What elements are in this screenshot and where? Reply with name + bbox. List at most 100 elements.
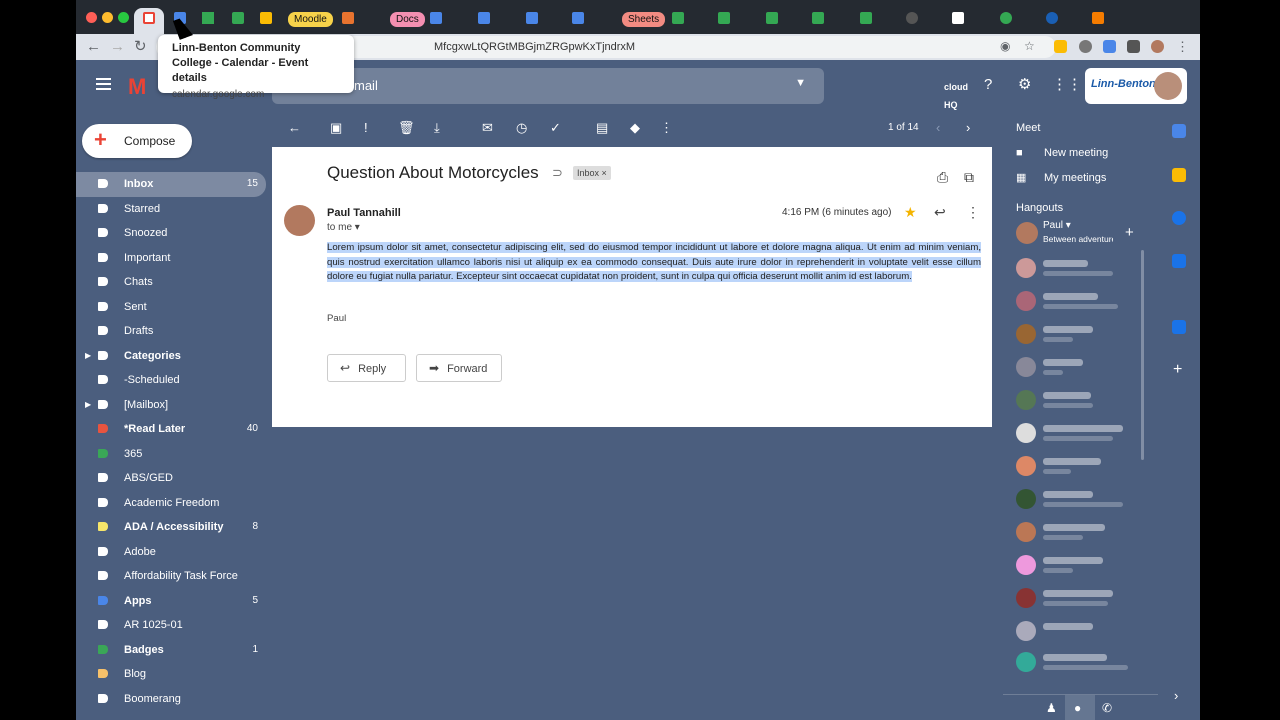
contact-item[interactable] [1016, 619, 1136, 645]
new-conversation-icon[interactable]: + [1125, 224, 1134, 241]
calendar-app-icon[interactable] [1172, 124, 1186, 138]
tab-sheets[interactable]: Sheets [622, 12, 666, 27]
extension-sync-icon[interactable] [1079, 40, 1092, 53]
sidebar-item[interactable]: Boomerang [76, 687, 266, 712]
next-icon[interactable]: › [966, 120, 970, 136]
sender-name[interactable]: Paul Tannahill [327, 207, 401, 219]
extension-keep-icon[interactable] [1054, 40, 1067, 53]
tab-misc[interactable] [906, 12, 918, 24]
forward-icon[interactable]: → [110, 38, 125, 56]
tab-linkedin[interactable] [342, 12, 354, 24]
add-task-icon[interactable]: ✓ [550, 120, 561, 136]
sidebar-item[interactable]: Affordability Task Force [76, 564, 266, 589]
sidebar-item[interactable]: Starred [76, 197, 266, 222]
tab-sheet-1[interactable] [672, 12, 684, 24]
reply-icon[interactable]: ↩ [934, 204, 946, 221]
back-icon[interactable]: ← [288, 120, 301, 136]
sidebar-item[interactable]: Important [76, 246, 266, 271]
compose-button[interactable]: + Compose [82, 124, 192, 158]
menu-icon[interactable] [96, 78, 111, 90]
sidebar-item[interactable]: Apps 5 [76, 589, 266, 614]
forward-button[interactable]: ➡ Forward [416, 354, 502, 382]
contact-item[interactable] [1016, 322, 1136, 348]
sidebar-item[interactable]: AR 1025-01 [76, 613, 266, 638]
maximize-window-button[interactable] [118, 12, 129, 23]
reload-icon[interactable]: ↻ [134, 38, 147, 56]
star-icon[interactable]: ★ [904, 204, 917, 221]
tab-sheet-5[interactable] [860, 12, 872, 24]
reply-button[interactable]: ↩ Reply [327, 354, 406, 382]
back-icon[interactable]: ← [86, 38, 101, 56]
inbox-label-badge[interactable]: Inbox × [573, 166, 611, 180]
contacts-scrollbar[interactable] [1141, 250, 1144, 460]
sender-avatar[interactable] [284, 205, 315, 236]
hangouts-me[interactable]: Paul ▾ Between adventures [1016, 220, 1126, 248]
new-tab-button[interactable] [952, 12, 964, 24]
sidebar-item[interactable]: Sent [76, 295, 266, 320]
sidebar-item[interactable]: -Scheduled [76, 368, 266, 393]
sidebar-item[interactable]: *Read Later 40 [76, 417, 266, 442]
contact-item[interactable] [1016, 355, 1136, 381]
tab-drive[interactable] [202, 12, 214, 24]
eye-icon[interactable]: ◉ [1000, 37, 1010, 55]
tasks-app-icon[interactable] [1172, 211, 1186, 225]
contact-item[interactable] [1016, 520, 1136, 546]
contact-item[interactable] [1016, 553, 1136, 579]
tab-docs[interactable]: Docs [390, 12, 425, 27]
tab-sheet-3[interactable] [766, 12, 778, 24]
sidebar-item[interactable]: Drafts [76, 319, 266, 344]
tab-doc-1[interactable] [430, 12, 442, 24]
labels-icon[interactable]: ◆ [630, 120, 640, 136]
sidebar-item[interactable]: Academic Freedom [76, 491, 266, 516]
sidebar-item[interactable]: Badges 1 [76, 638, 266, 663]
sidebar-item[interactable]: Blog [76, 662, 266, 687]
bookmark-star-icon[interactable]: ☆ [1024, 37, 1035, 55]
search-input[interactable]: mail [354, 78, 378, 93]
extension-icon[interactable] [1103, 40, 1116, 53]
account-card[interactable]: Linn-Benton [1085, 68, 1187, 104]
my-status[interactable]: Between adventures [1043, 234, 1113, 244]
keep-app-icon[interactable] [1172, 168, 1186, 182]
tab-keep[interactable] [260, 12, 272, 24]
contact-item[interactable] [1016, 586, 1136, 612]
zoom-app-icon[interactable] [1172, 320, 1186, 334]
extensions-puzzle-icon[interactable] [1127, 40, 1140, 53]
contact-item[interactable] [1016, 421, 1136, 447]
sidebar-item[interactable]: Chats [76, 270, 266, 295]
my-meetings-item[interactable]: ▦ My meetings [1016, 171, 1106, 184]
hangouts-icon[interactable]: ● [1074, 701, 1081, 715]
tab-doc-4[interactable] [572, 12, 584, 24]
tab-moodle[interactable]: Moodle [288, 12, 333, 27]
expand-arrow-icon[interactable]: ▶ [85, 393, 91, 417]
tab-doc-2[interactable] [478, 12, 490, 24]
print-icon[interactable]: ⎙ [937, 169, 948, 186]
move-to-icon[interactable]: ▤ [596, 120, 608, 136]
show-side-panel-icon[interactable]: › [1174, 688, 1178, 703]
archive-icon[interactable]: ▣ [330, 120, 342, 136]
new-meeting-item[interactable]: ■ New meeting [1016, 147, 1108, 159]
contact-item[interactable] [1016, 256, 1136, 282]
sidebar-item[interactable]: ABS/GED [76, 466, 266, 491]
snooze-icon[interactable]: ◷ [516, 120, 527, 136]
open-new-window-icon[interactable]: ⧉ [964, 169, 974, 186]
sidebar-item[interactable]: 365 [76, 442, 266, 467]
tab-sheet-2[interactable] [718, 12, 730, 24]
tab-sheet-4[interactable] [812, 12, 824, 24]
minimize-window-button[interactable] [102, 12, 113, 23]
mark-unread-icon[interactable]: ✉ [482, 120, 493, 136]
prev-icon[interactable]: ‹ [936, 120, 940, 136]
search-bar[interactable]: mail ▼ [272, 68, 824, 104]
settings-icon[interactable]: ⚙ [1018, 76, 1031, 94]
help-icon[interactable]: ? [984, 76, 992, 94]
cloudhq-icon[interactable]: cloud HQ [944, 78, 968, 114]
report-spam-icon[interactable]: ! [364, 120, 368, 136]
contact-item[interactable] [1016, 388, 1136, 414]
tab-blogger[interactable] [1092, 12, 1104, 24]
sidebar-item[interactable]: ▶ Categories [76, 344, 266, 369]
tab-drive-2[interactable] [232, 12, 244, 24]
sidebar-item[interactable]: Snoozed [76, 221, 266, 246]
contact-item[interactable] [1016, 454, 1136, 480]
close-window-button[interactable] [86, 12, 97, 23]
profile-avatar[interactable] [1151, 40, 1164, 53]
sidebar-item[interactable]: Adobe [76, 540, 266, 565]
